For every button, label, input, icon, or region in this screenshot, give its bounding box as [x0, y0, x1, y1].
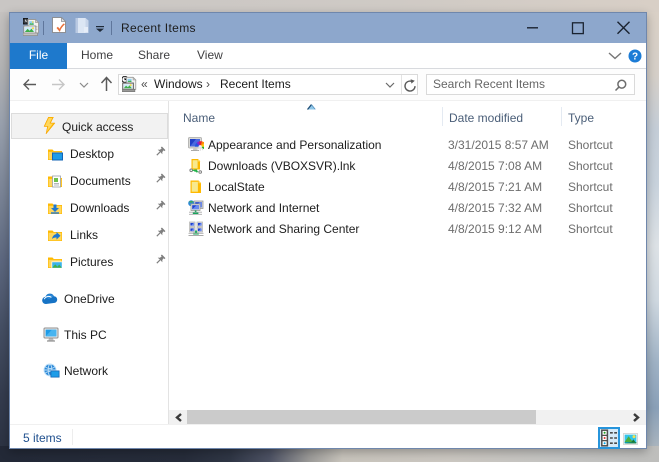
- svg-text:?: ?: [632, 52, 638, 63]
